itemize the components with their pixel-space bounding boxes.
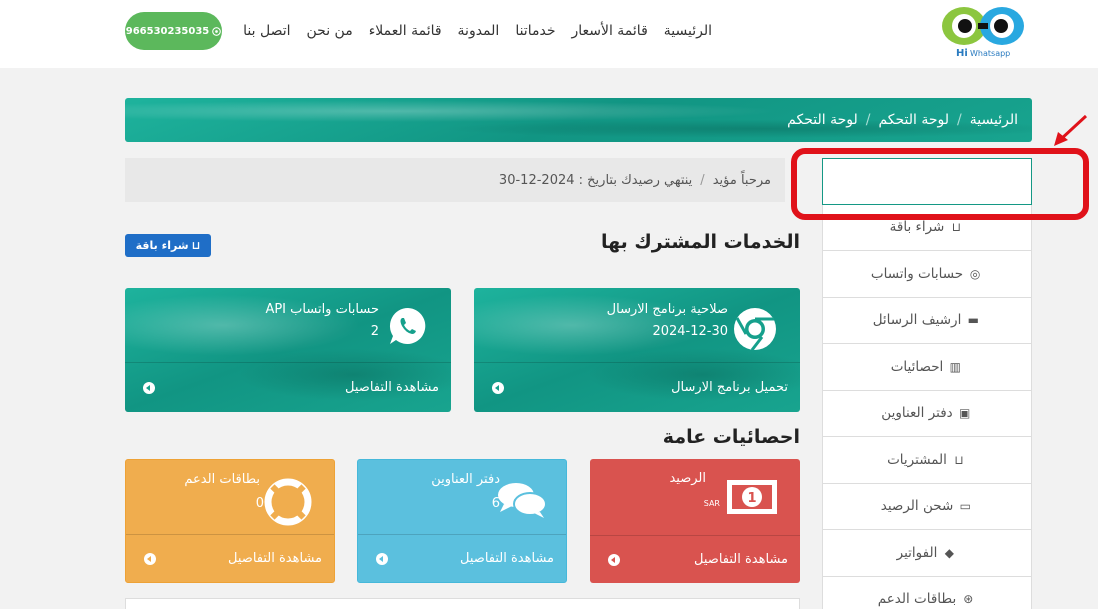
basket-icon: ⊔ [951,220,962,235]
life-ring-icon [264,478,312,526]
life-ring-icon: ⊛ [963,592,974,607]
sidebar-item-label: الفواتير [896,544,938,561]
card-value: 2024-12-30 [652,324,728,339]
address-book-card: دفتر العناوين 6 مشاهدة التفاصيل [357,459,567,583]
nav-pricing[interactable]: قائمة الأسعار [563,20,655,42]
tags-icon: ◆ [944,545,954,560]
arrow-circle-icon [608,553,620,566]
bar-chart-icon: ▥ [949,359,961,374]
phone-number: 966530235035 [125,25,210,37]
money-icon: 1 [727,480,777,514]
services-title: الخدمات المشترك بها [600,231,800,253]
view-details-link[interactable]: مشاهدة التفاصيل [125,362,451,412]
welcome-greeting: مرحباً مؤيد [712,172,771,188]
sidebar-item-whatsapp-accounts[interactable]: ◎ حسابات واتساب [822,251,1032,298]
card-footer-label: تحميل برنامج الارسال [671,380,788,395]
card-value: 0 [255,496,264,511]
sidebar-item-label: شراء باقة [889,219,945,236]
sidebar-item-label: ارشيف الرسائل [872,312,962,329]
nav-contact[interactable]: اتصل بنا [235,20,298,42]
card-footer-label: مشاهدة التفاصيل [345,380,439,395]
hiwhatsapp-logo[interactable]: Hi Whatsapp [938,4,1030,60]
breadcrumb-separator: / [957,112,962,128]
top-navbar: Hi Whatsapp الرئيسية قائمة الأسعار خدمات… [0,0,1098,68]
nav-clients[interactable]: قائمة العملاء [361,20,450,42]
nav-services[interactable]: خدماتنا [507,20,563,42]
balance-expiry: ينتهي رصيدك بتاريخ : 2024-12-30 [498,172,693,188]
card-label: حسابات واتساب API [265,302,379,317]
view-details-link[interactable]: مشاهدة التفاصيل [590,535,800,583]
nav-about[interactable]: من نحن [299,20,361,42]
card-value: SAR [703,499,720,508]
whatsapp-icon [389,307,426,344]
chrome-icon [734,308,776,351]
breadcrumb-current: لوحة التحكم [787,112,858,128]
card-value: 2 [370,324,379,339]
sidebar-item-label: حسابات واتساب [870,265,964,282]
arrow-circle-icon [144,552,156,565]
card-footer-label: مشاهدة التفاصيل [460,551,554,566]
stats-title: احصائيات عامة [662,426,800,448]
sidebar-item-messages-archive[interactable]: ▬ ارشيف الرسائل [822,297,1032,344]
arrow-circle-icon [376,552,388,565]
sidebar-item-buy-package[interactable]: ⊔ شراء باقة [822,204,1032,251]
comments-icon [498,483,547,518]
breadcrumb-dashboard[interactable]: لوحة التحكم [878,112,949,128]
whatsapp-icon [212,26,222,36]
support-tickets-card: بطاقات الدعم 0 مشاهدة التفاصيل [125,459,335,583]
card-label: دفتر العناوين [431,472,500,487]
sidebar-item-statistics[interactable]: ▥ احصائيات [822,344,1032,391]
home-icon: ⌂ [960,174,969,189]
archive-icon: ▬ [967,313,979,328]
nav-blog[interactable]: المدونة [450,20,508,42]
sidebar-item-purchases[interactable]: ⊔ المشتريات [822,437,1032,484]
breadcrumb: الرئيسية / لوحة التحكم / لوحة التحكم [125,98,1032,142]
annotation-arrow-icon [1054,114,1088,146]
basket-icon: ⊔ [954,452,964,467]
sidebar-item-label: لوحة التحكم [881,173,953,190]
arrow-circle-icon [492,381,504,394]
welcome-bar: مرحباً مؤيد / ينتهي رصيدك بتاريخ : 2024-… [125,158,785,202]
svg-text:1: 1 [747,491,756,506]
sender-license-card: صلاحية برنامج الارسال 2024-12-30 تحميل ب… [474,288,800,412]
download-sender-link[interactable]: تحميل برنامج الارسال [474,362,800,412]
card-label: صلاحية برنامج الارسال [606,302,728,317]
sidebar-item-label: شحن الرصيد [880,498,954,515]
card-value: 6 [491,496,500,511]
view-details-link[interactable]: مشاهدة التفاصيل [358,534,566,582]
sidebar-item-dashboard[interactable]: ⌂ لوحة التحكم [822,158,1032,205]
basket-icon: ⊔ [191,239,201,252]
buy-package-label: شراء باقة [135,239,189,252]
sidebar-item-recharge[interactable]: ▭ شحن الرصيد [822,483,1032,530]
svg-text:Hi: Hi [956,48,968,59]
svg-text:Whatsapp: Whatsapp [970,49,1010,58]
api-accounts-card: حسابات واتساب API 2 مشاهدة التفاصيل [125,288,451,412]
buy-package-button[interactable]: ⊔ شراء باقة [125,234,211,257]
arrow-circle-icon [143,381,155,394]
sidebar-item-invoices[interactable]: ◆ الفواتير [822,530,1032,577]
balance-card: 1 الرصيد SAR مشاهدة التفاصيل [590,459,800,583]
sidebar-item-label: احصائيات [890,358,944,375]
credit-card-icon: ▭ [959,499,971,514]
nav-home[interactable]: الرئيسية [656,20,720,42]
view-details-link[interactable]: مشاهدة التفاصيل [126,534,334,582]
card-footer-label: مشاهدة التفاصيل [228,551,322,566]
sidebar-item-label: المشتريات [887,451,947,468]
breadcrumb-home[interactable]: الرئيسية [970,112,1018,128]
phone-button[interactable]: 966530235035 [125,12,222,50]
breadcrumb-separator: / [865,112,871,128]
address-book-icon: ▣ [959,406,971,421]
sidebar-item-label: بطاقات الدعم [877,591,957,608]
card-footer-label: مشاهدة التفاصيل [694,552,788,567]
sidebar-item-label: دفتر العناوين [881,405,953,422]
sidebar: ⌂ لوحة التحكم ⊔ شراء باقة ◎ حسابات واتسا… [822,158,1032,609]
card-label: الرصيد [669,471,706,486]
sidebar-item-support-tickets[interactable]: ⊛ بطاقات الدعم [822,576,1032,609]
sidebar-item-address-book[interactable]: ▣ دفتر العناوين [822,390,1032,437]
welcome-separator: / [700,172,705,188]
main-nav: الرئيسية قائمة الأسعار خدماتنا المدونة ق… [235,20,720,42]
card-label: بطاقات الدعم [184,472,260,487]
whatsapp-icon: ◎ [969,266,981,281]
bottom-panel [125,598,800,609]
